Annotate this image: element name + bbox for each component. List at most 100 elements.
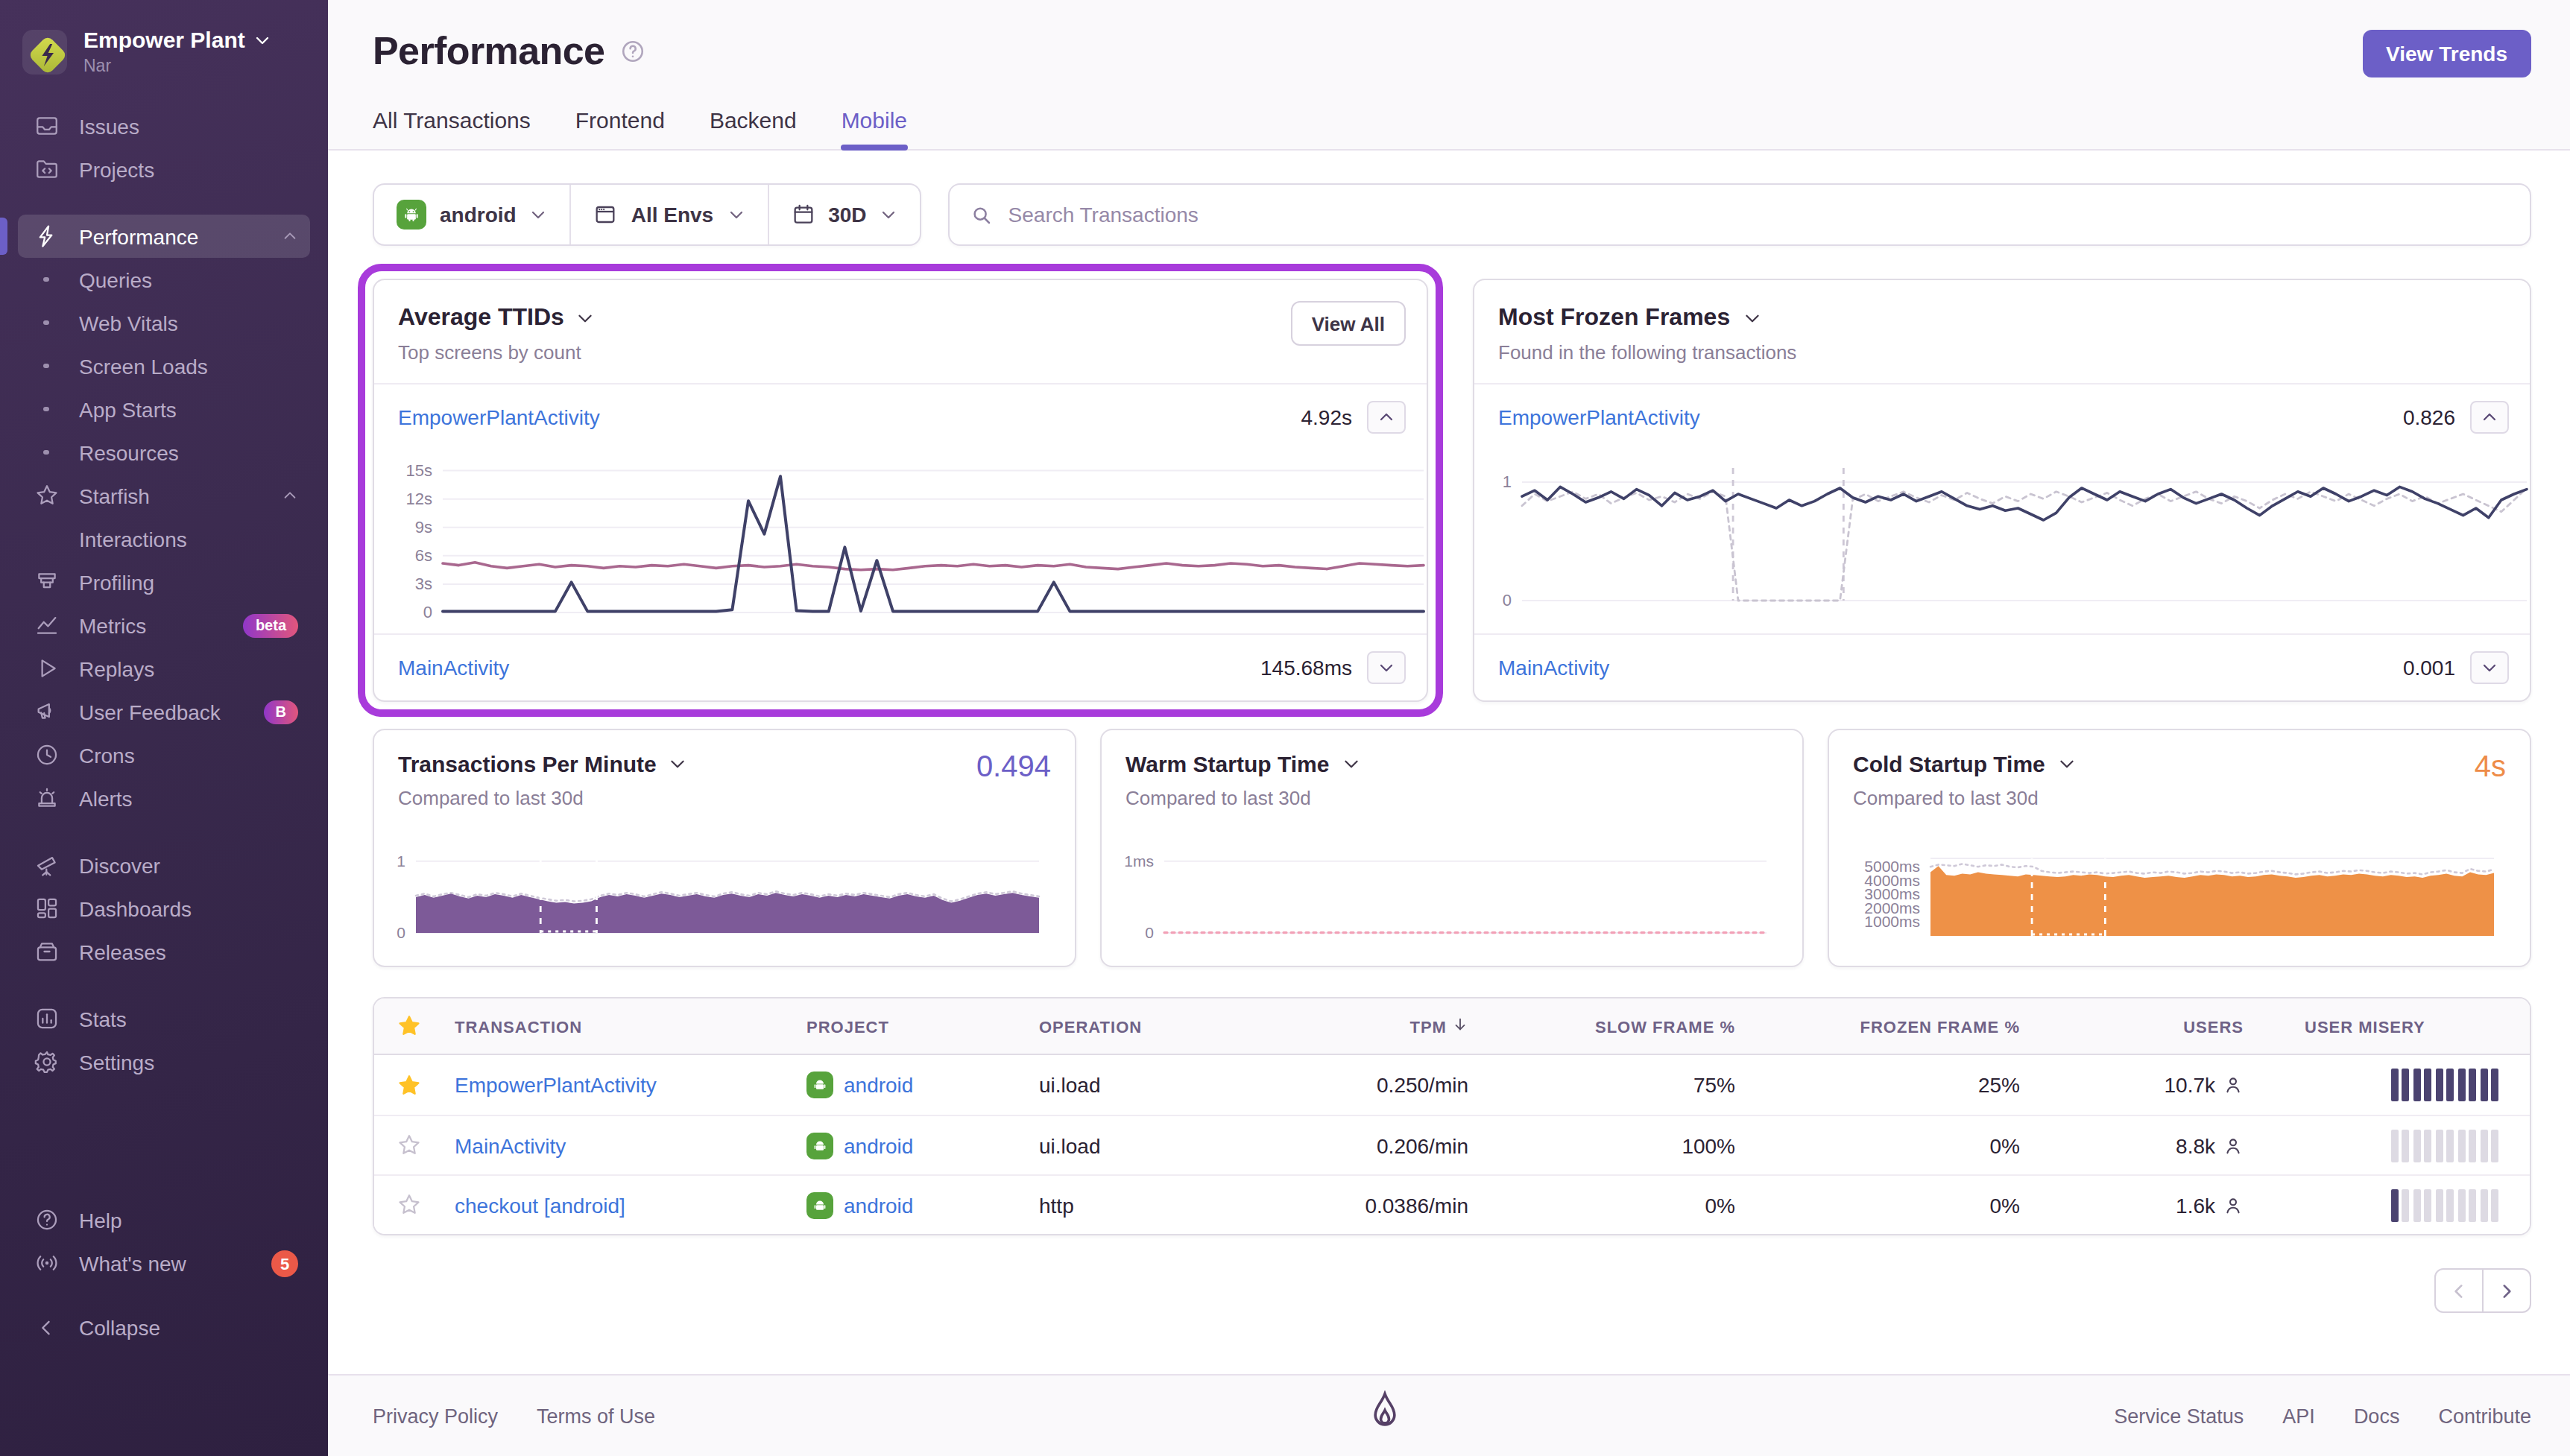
tpm-chart: 01 <box>386 846 1054 954</box>
issues-icon <box>33 113 60 139</box>
sidebar-item-resources[interactable]: Resources <box>18 431 310 474</box>
search-icon <box>971 203 994 226</box>
sidebar-item-projects[interactable]: Projects <box>18 148 310 191</box>
sidebar-item-help[interactable]: Help <box>18 1198 310 1241</box>
transaction-link[interactable]: MainActivity <box>443 1133 795 1157</box>
tab-mobile[interactable]: Mobile <box>842 107 907 149</box>
star-toggle[interactable] <box>374 1133 443 1158</box>
sidebar-item-profiling[interactable]: Profiling <box>18 560 310 604</box>
column-header-frozen-frame[interactable]: FROZEN FRAME % <box>1747 1017 2032 1035</box>
sidebar-item-label: Alerts <box>79 786 133 810</box>
active-indicator <box>0 218 7 255</box>
sidebar-item-label: Screen Loads <box>79 354 208 378</box>
sidebar-item-label: Projects <box>79 157 154 181</box>
sidebar-item-label: Queries <box>79 268 152 291</box>
transaction-link[interactable]: checkout [android] <box>443 1193 795 1217</box>
transaction-link[interactable]: MainActivity <box>1498 656 1609 680</box>
chevron-down-icon[interactable] <box>576 308 596 327</box>
project-filter-label: android <box>440 203 517 227</box>
column-header-transaction[interactable]: TRANSACTION <box>443 1017 795 1035</box>
transaction-link[interactable]: EmpowerPlantActivity <box>1498 405 1700 429</box>
footer-link[interactable]: Privacy Policy <box>373 1405 498 1427</box>
sidebar-item-metrics[interactable]: Metricsbeta <box>18 604 310 647</box>
org-switcher[interactable]: Empower Plant Nar <box>0 21 328 75</box>
star-icon <box>33 483 60 508</box>
chevron-down-icon[interactable] <box>2057 754 2077 773</box>
warm-startup-chart: 01ms <box>1114 846 1781 954</box>
transaction-link[interactable]: EmpowerPlantActivity <box>443 1073 795 1097</box>
next-page-button[interactable] <box>2482 1268 2531 1313</box>
collapse-label: Collapse <box>79 1315 160 1339</box>
user-misery-bars <box>2255 1188 2530 1221</box>
expand-chevron-button[interactable] <box>1367 651 1406 684</box>
column-header-operation[interactable]: OPERATION <box>1027 1017 1236 1035</box>
sidebar-item-label: Web Vitals <box>79 311 178 335</box>
sidebar-item-app-starts[interactable]: App Starts <box>18 387 310 431</box>
tab-all-transactions[interactable]: All Transactions <box>373 107 531 149</box>
chevron-down-icon <box>530 206 548 224</box>
project-cell[interactable]: android <box>795 1191 1027 1218</box>
project-filter[interactable]: android <box>374 185 570 244</box>
search-input[interactable]: Search Transactions <box>949 183 2531 246</box>
sidebar-collapse[interactable]: Collapse <box>18 1305 310 1349</box>
footer-link[interactable]: Docs <box>2354 1405 2400 1427</box>
column-header-user-misery[interactable]: USER MISERY <box>2255 1017 2530 1035</box>
sidebar-item-crons[interactable]: Crons <box>18 733 310 776</box>
svg-text:1: 1 <box>397 852 405 870</box>
star-toggle[interactable] <box>374 1072 443 1098</box>
footer-link[interactable]: Service Status <box>2114 1405 2244 1427</box>
collapse-chevron-button[interactable] <box>2470 401 2509 434</box>
sidebar-item-screen-loads[interactable]: Screen Loads <box>18 344 310 387</box>
sidebar-item-performance[interactable]: Performance <box>18 215 310 258</box>
column-header-slow-frame[interactable]: SLOW FRAME % <box>1480 1017 1747 1035</box>
tab-frontend[interactable]: Frontend <box>575 107 665 149</box>
footer-link[interactable]: Contribute <box>2438 1405 2531 1427</box>
collapse-chevron-button[interactable] <box>1367 401 1406 434</box>
sidebar-item-whats-new[interactable]: What's new5 <box>18 1241 310 1285</box>
sidebar-item-alerts[interactable]: Alerts <box>18 776 310 820</box>
table-header: TRANSACTIONPROJECTOPERATIONTPM SLOW FRAM… <box>374 998 2530 1055</box>
expand-chevron-button[interactable] <box>2470 651 2509 684</box>
sidebar-item-releases[interactable]: Releases <box>18 930 310 973</box>
view-trends-button[interactable]: View Trends <box>2362 30 2531 77</box>
column-header-tpm[interactable]: TPM <box>1236 1016 1480 1036</box>
date-range-filter[interactable]: 30D <box>768 185 920 244</box>
footer-right-links: Service Status API Docs Contribute <box>2114 1405 2531 1427</box>
footer-link[interactable]: Terms of Use <box>537 1405 655 1427</box>
svg-text:0: 0 <box>1503 591 1512 610</box>
chevron-down-icon[interactable] <box>669 754 688 773</box>
transaction-link[interactable]: EmpowerPlantActivity <box>398 405 600 429</box>
operation-cell: ui.load <box>1027 1133 1236 1157</box>
date-range-label: 30D <box>828 203 866 227</box>
star-column-header[interactable] <box>374 1013 443 1039</box>
project-cell[interactable]: android <box>795 1072 1027 1098</box>
transaction-link[interactable]: MainActivity <box>398 656 509 680</box>
notification-badge: 5 <box>271 1250 298 1276</box>
sidebar-item-dashboards[interactable]: Dashboards <box>18 887 310 930</box>
chevron-down-icon[interactable] <box>1742 308 1761 327</box>
star-toggle[interactable] <box>374 1192 443 1218</box>
view-all-button[interactable]: View All <box>1291 301 1406 346</box>
chevron-down-icon[interactable] <box>1341 754 1360 773</box>
sidebar-item-user-feedback[interactable]: User FeedbackB <box>18 690 310 733</box>
environment-filter[interactable]: All Envs <box>572 185 768 244</box>
tab-backend[interactable]: Backend <box>710 107 797 149</box>
previous-page-button[interactable] <box>2434 1268 2484 1313</box>
sidebar-item-interactions[interactable]: Interactions <box>18 517 310 560</box>
sidebar-item-settings[interactable]: Settings <box>18 1040 310 1083</box>
sidebar-item-label: Dashboards <box>79 896 192 920</box>
sidebar-item-discover[interactable]: Discover <box>18 843 310 887</box>
sidebar-item-issues[interactable]: Issues <box>18 104 310 148</box>
help-icon[interactable] <box>619 39 645 70</box>
sidebar-item-replays[interactable]: Replays <box>18 647 310 690</box>
tpm-cell: 0.250/min <box>1236 1073 1480 1097</box>
sidebar-item-starfish[interactable]: Starfish <box>18 474 310 517</box>
sidebar-item-stats[interactable]: Stats <box>18 997 310 1040</box>
sidebar-item-queries[interactable]: Queries <box>18 258 310 301</box>
sidebar-item-web-vitals[interactable]: Web Vitals <box>18 301 310 344</box>
column-header-users[interactable]: USERS <box>2032 1017 2255 1035</box>
footer-link[interactable]: API <box>2282 1405 2315 1427</box>
profiling-icon <box>33 569 60 595</box>
project-cell[interactable]: android <box>795 1132 1027 1159</box>
siren-icon <box>33 785 60 811</box>
